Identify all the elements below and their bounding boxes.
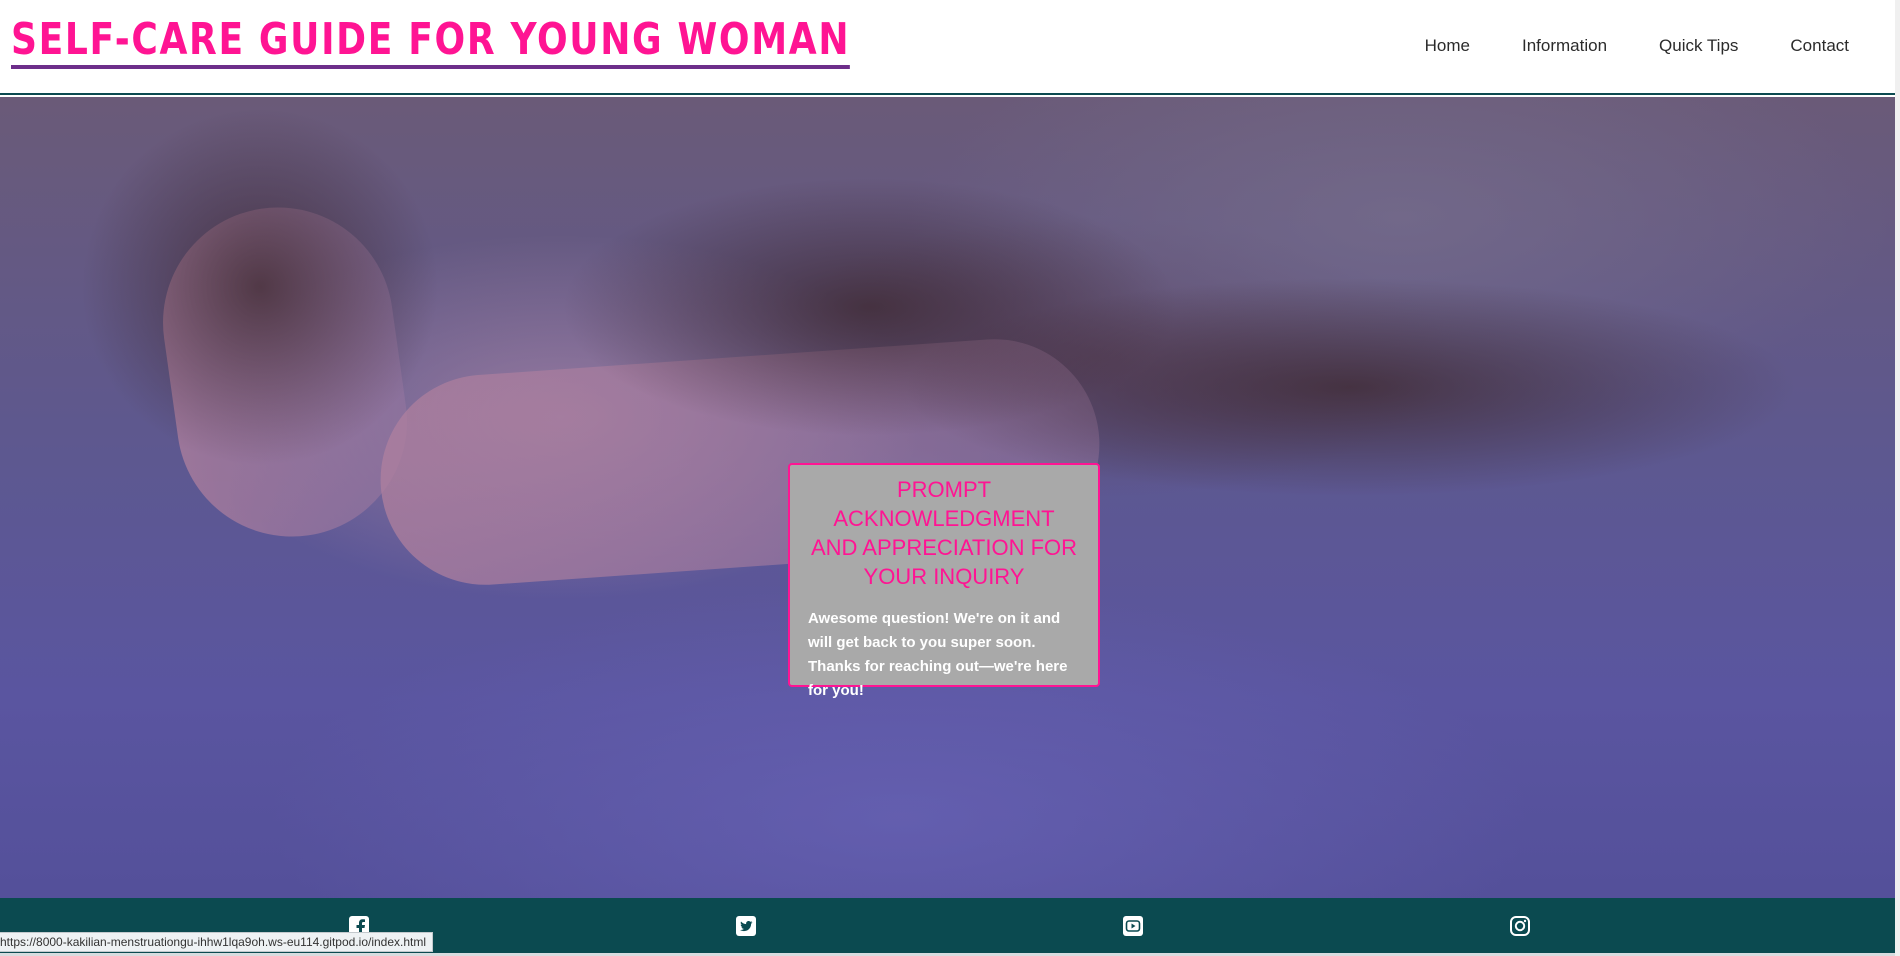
site-header: SELF-CARE GUIDE FOR YOUNG WOMAN Home Inf… bbox=[0, 0, 1895, 95]
nav-home[interactable]: Home bbox=[1425, 36, 1470, 56]
youtube-icon[interactable] bbox=[1121, 914, 1145, 938]
browser-status-bar-url: https://8000-kakilian-menstruationgu-ihh… bbox=[0, 932, 434, 952]
nav-contact[interactable]: Contact bbox=[1790, 36, 1849, 56]
hero-background-image: PROMPT ACKNOWLEDGMENT AND APPRECIATION F… bbox=[0, 97, 1895, 898]
main-nav: Home Information Quick Tips Contact bbox=[1373, 36, 1849, 56]
twitter-icon[interactable] bbox=[734, 914, 758, 938]
inquiry-confirmation-modal: PROMPT ACKNOWLEDGMENT AND APPRECIATION F… bbox=[788, 463, 1100, 699]
hero-hair-shape bbox=[80, 107, 440, 467]
instagram-icon-glyph bbox=[1510, 916, 1530, 936]
site-title: SELF-CARE GUIDE FOR YOUNG WOMAN bbox=[11, 14, 851, 69]
site-title-link[interactable]: SELF-CARE GUIDE FOR YOUNG WOMAN bbox=[11, 14, 851, 69]
nav-quick-tips[interactable]: Quick Tips bbox=[1659, 36, 1738, 56]
modal-message: Awesome question! We're on it and will g… bbox=[808, 610, 1068, 699]
twitter-icon-glyph bbox=[736, 916, 756, 936]
nav-information[interactable]: Information bbox=[1522, 36, 1607, 56]
modal-title: PROMPT ACKNOWLEDGMENT AND APPRECIATION F… bbox=[810, 477, 1078, 589]
window-scrollbar[interactable] bbox=[1895, 0, 1900, 956]
page: SELF-CARE GUIDE FOR YOUNG WOMAN Home Inf… bbox=[0, 0, 1895, 956]
youtube-icon-glyph bbox=[1123, 916, 1143, 936]
instagram-icon[interactable] bbox=[1508, 914, 1532, 938]
